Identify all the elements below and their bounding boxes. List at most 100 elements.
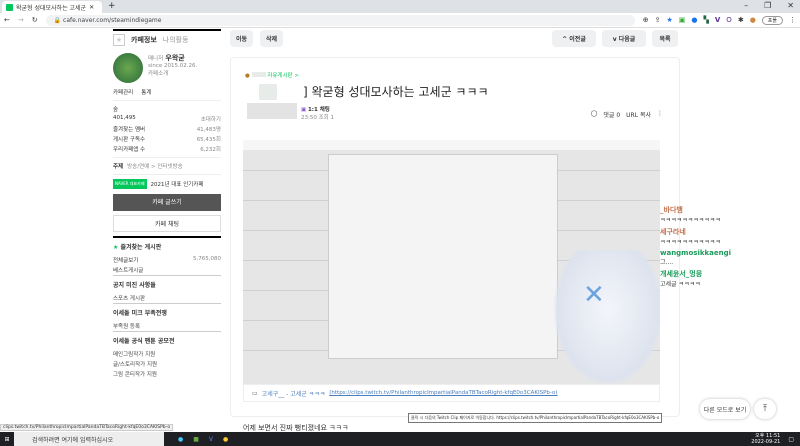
manager-badge: 매니저 [148,56,164,62]
edge-icon[interactable]: ● [178,436,183,443]
app-label: 우리카페앱 수 [113,147,146,153]
next-post-button[interactable]: v 다음글 [602,30,646,47]
forward-icon[interactable]: → [18,16,24,24]
tab-bar: 왁굳형 성대모사하는 고세군 ✕ + – ❐ ✕ [0,0,800,13]
vtuber-avatar [543,250,660,384]
award-text: 2021년 대표 인기카페 [150,182,204,188]
board-link[interactable]: ● 자유게시판 > [245,71,299,79]
notification-icon[interactable]: ▢ [788,436,794,443]
app-value: 6,232회 [200,147,221,153]
star-icon[interactable]: ★ [113,34,125,46]
tab-title: 왁굳형 성대모사하는 고세군 [16,4,87,12]
move-button[interactable]: 이동 [230,30,254,47]
invite-link[interactable]: 초대하기 [201,115,221,123]
zoom-icon[interactable]: ⊕ [643,16,649,24]
chat-username: _바다뱀 [660,206,683,214]
video-browser-chrome [243,140,660,150]
hair-clip-x: ✕ [583,280,605,310]
twitch-clip-video[interactable]: ✕ [243,140,660,384]
chat-message: ㅋㅋㅋㅋㅋㅋㅋㅋㅋㅋㅋ [660,217,721,224]
chrome-icon[interactable]: ● [223,436,228,443]
theme-value[interactable]: 방송/연예 > 인터넷방송 [127,162,183,170]
extensions-puzzle-icon[interactable]: ✱ [738,16,744,24]
tab-cafe-info[interactable]: 카페정보 [131,35,157,45]
member-count: 401,495 [113,115,136,121]
back-icon[interactable]: ← [4,16,10,24]
taskbar-search-placeholder: 검색하려면 여기에 입력하십시오 [32,436,114,444]
delete-button[interactable]: 삭제 [260,30,284,47]
cafe-level: 숲 [113,107,119,113]
scroll-top-button[interactable]: ⤒ [754,399,776,419]
url-input[interactable]: 🔒 cafe.naver.com/steamindiegame [45,14,635,26]
maximize-icon[interactable]: ❐ [764,1,771,10]
prev-post-button[interactable]: ^ 이전글 [552,30,596,47]
menu-link[interactable]: 그림 콘티작가 지원 [113,369,221,379]
video-cafe-screen [328,154,558,359]
board-subs-label: 게시판 구독수 [113,137,146,143]
manager-name[interactable]: 우왁굳 [165,54,184,62]
reload-icon[interactable]: ↻ [32,16,38,24]
status-bar-url: clips.twitch.tv/PhilanthropicImpartialPa… [0,424,174,431]
menu-link[interactable]: 글/스토리작가 지원 [113,359,221,369]
clip-title-link[interactable]: 고세구__ - 고세군 ㅋㅋㅋ [262,389,326,398]
tab-my-activity[interactable]: 나의활동 [163,35,189,45]
share-icon[interactable]: ⇪ [655,16,661,24]
chat-username: 세구라네 [660,228,686,236]
cafe-chat-button[interactable]: 카페 채팅 [113,215,221,232]
profile-button[interactable]: 포폴 [761,15,783,25]
cafe-manage-link[interactable]: 카페관리 [113,88,133,96]
twitch-icon: ▭ [252,389,258,397]
cafe-logo [113,53,143,83]
fav-members-value: 41,483명 [196,127,221,133]
address-bar: ← → ↻ 🔒 cafe.naver.com/steamindiegame ⊕ ⇪ ★ ▣… [0,13,800,28]
article-title: ] 왁굳형 성대모사하는 고세군 ㅋㅋㅋ [303,85,489,99]
profile-avatar[interactable]: ● [750,16,756,24]
extension-icon[interactable]: ● [691,16,697,24]
fav-boards-heading[interactable]: 즐겨찾는 게시판 [120,244,161,251]
comments-link[interactable]: 댓글 0 [603,110,620,119]
chat-username: 개세윤서_멍뭉 [660,270,703,278]
browser-tab[interactable]: 왁굳형 성대모사하는 고세군 ✕ [2,1,102,13]
chat-message: 그.... [660,259,674,266]
url-copy-button[interactable]: URL 복사 [626,110,651,119]
close-window-icon[interactable]: ✕ [787,1,794,10]
menu-section: 공지 미진 사항들 [113,275,221,293]
naver-award-badge: NAVER 대표카페 [113,179,147,189]
board-subs-value: 65,435회 [196,137,221,143]
more-icon[interactable]: ⋮ [657,110,663,119]
clip-url-link[interactable]: (https://clips.twitch.tv/PhilanthropicIm… [329,390,557,396]
all-posts-count: 5,765,080 [193,256,221,262]
other-mode-button[interactable]: 다른 모드로 보기 [700,399,750,419]
app-icon[interactable]: V [209,436,213,443]
extension-icon[interactable]: ▣ [679,16,686,24]
taskbar: ⊞ 검색하려면 여기에 입력하십시오 ● ■ V ● 오후 11:51 2022-… [0,432,800,446]
cafe-intro-link[interactable]: 카페소개 [148,69,197,77]
list-button[interactable]: 목록 [652,30,678,47]
board-name: 자유게시판 > [267,73,299,79]
best-posts-link[interactable]: 베스트게시글 [113,265,221,275]
app-icon[interactable]: ■ [193,436,199,443]
menu-icon[interactable]: ⋮ [789,16,796,24]
taskbar-search[interactable]: 검색하려면 여기에 입력하십시오 [14,432,164,446]
tribe-register-link[interactable]: 부족원 등록 [113,321,221,331]
close-icon[interactable]: ✕ [89,4,94,11]
extension-icon[interactable]: ▚ [703,16,708,24]
other-mode-label: 다른 모드로 보기 [703,406,747,414]
sports-board-link[interactable]: 스포츠 게시판 [113,293,221,303]
windows-start-icon[interactable]: ⊞ [0,436,14,443]
extension-icon[interactable]: O [726,16,732,24]
article-toolbar: 이동 삭제 ^ 이전글 v 다음글 목록 [230,30,680,48]
menu-link[interactable]: 메인그림작가 지원 [113,349,221,359]
extension-icon[interactable]: V [715,16,720,24]
comment-icon: ◯ [590,110,598,117]
new-tab-button[interactable]: + [108,1,116,11]
clip-link-bar[interactable]: ▭ 고세구__ - 고세군 ㅋㅋㅋ (https://clips.twitch.… [243,384,660,402]
chat-username: wangmosikkaengi [660,249,732,257]
minimize-icon[interactable]: – [744,1,748,10]
stats-link[interactable]: 통계 [141,88,151,96]
bookmark-star-icon[interactable]: ★ [666,16,672,24]
all-posts-link[interactable]: 전체글보기 [113,256,138,264]
chat-message: ㅋㅋㅋㅋㅋㅋㅋㅋㅋㅋㅋ [660,239,721,246]
write-post-button[interactable]: 카페 글쓰기 [113,194,221,211]
chat-message: 고세글 ㅋㅋㅋㅋ [660,281,701,288]
